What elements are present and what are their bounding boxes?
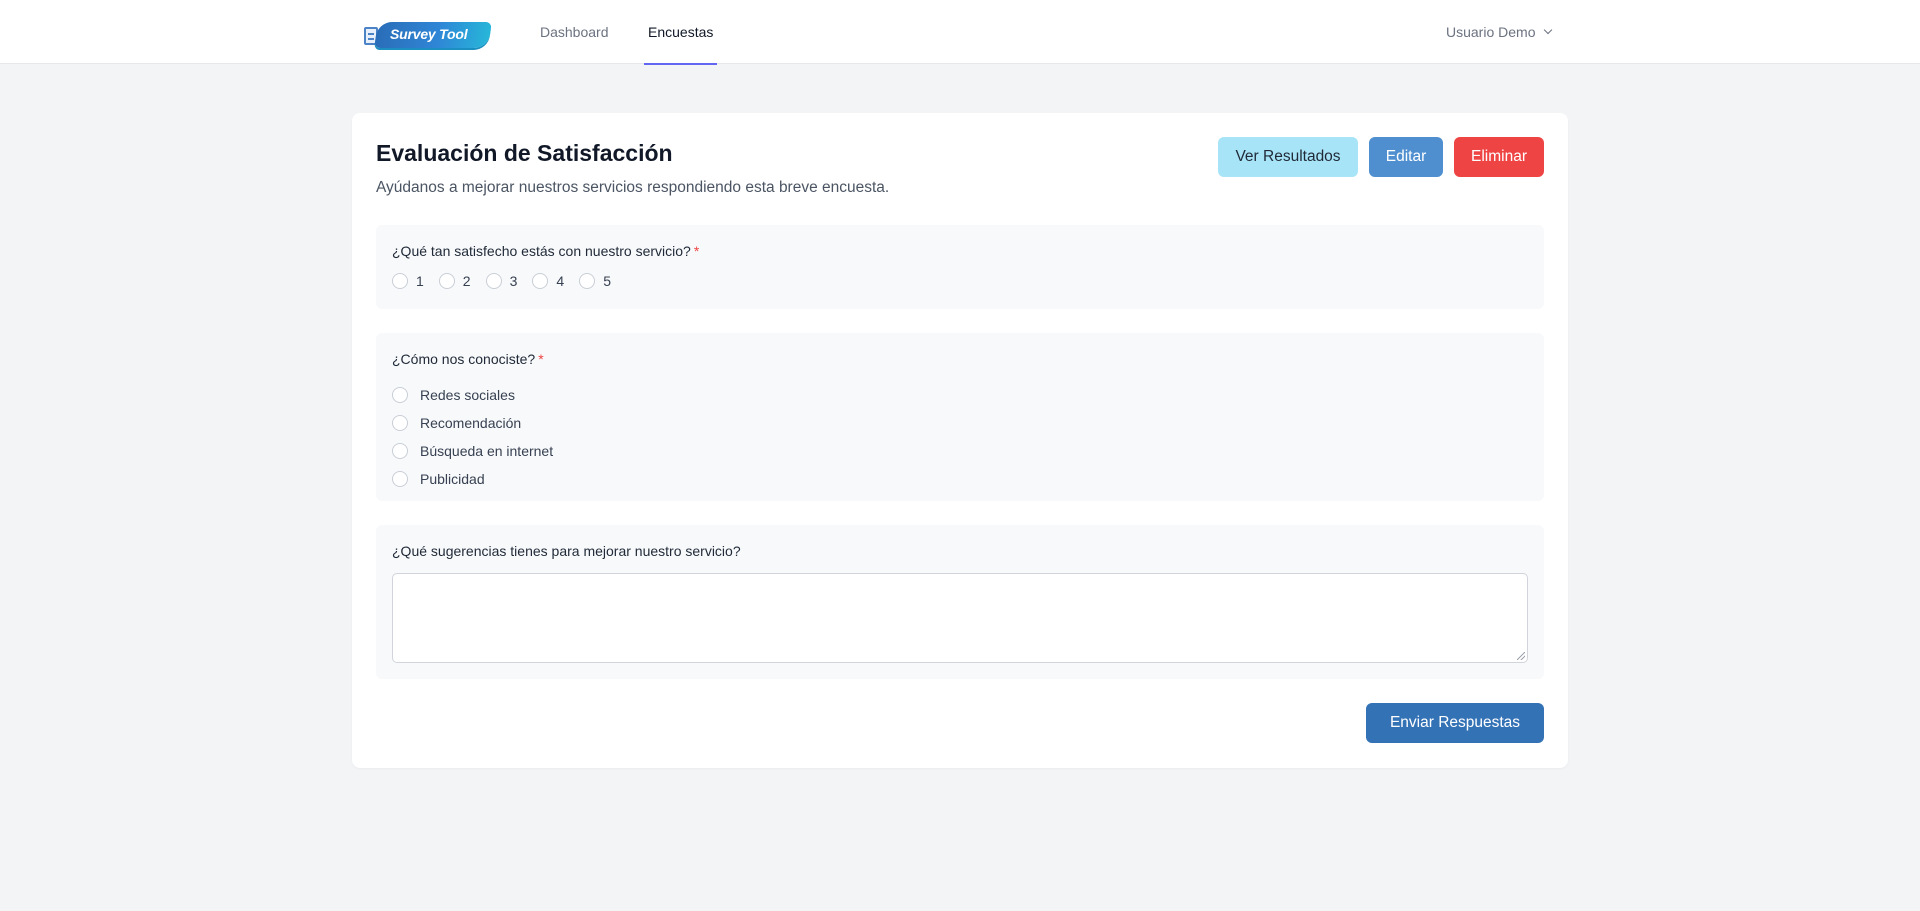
question-suggestions: ¿Qué sugerencias tienes para mejorar nue…	[376, 525, 1544, 679]
nav-encuestas[interactable]: Encuestas	[644, 0, 718, 65]
option-label: 5	[603, 273, 611, 289]
radio-button[interactable]	[392, 415, 408, 431]
radio-button[interactable]	[392, 443, 408, 459]
option-label: 3	[509, 273, 518, 289]
choice-option-publicidad[interactable]: Publicidad	[392, 465, 553, 493]
question-text: ¿Cómo nos conociste?	[392, 351, 536, 367]
choice-option-redes-sociales[interactable]: Redes sociales	[392, 381, 553, 409]
rating-options: 1 2 3 4 5	[392, 273, 626, 289]
rating-option-5[interactable]: 5	[579, 273, 611, 289]
required-mark: *	[693, 243, 700, 259]
radio-button[interactable]	[532, 273, 549, 289]
option-label: 1	[416, 273, 424, 289]
radio-button[interactable]	[392, 471, 408, 487]
radio-button[interactable]	[485, 273, 502, 289]
survey-description: Ayúdanos a mejorar nuestros servicios re…	[376, 179, 890, 196]
view-results-button[interactable]: Ver Resultados	[1218, 137, 1358, 177]
user-name: Usuario Demo	[1446, 24, 1536, 40]
nav-dashboard[interactable]: Dashboard	[536, 0, 613, 64]
edit-button[interactable]: Editar	[1369, 137, 1443, 177]
option-label: Redes sociales	[420, 387, 515, 403]
radio-button[interactable]	[438, 273, 455, 289]
question-text: ¿Qué tan satisfecho estás con nuestro se…	[392, 243, 691, 259]
resize-handle-icon[interactable]	[1517, 652, 1525, 660]
rating-option-4[interactable]: 4	[532, 273, 564, 289]
rating-option-3[interactable]: 3	[485, 273, 518, 289]
choice-option-recomendacion[interactable]: Recomendación	[392, 409, 553, 437]
app-logo[interactable]: Survey Tool	[362, 20, 492, 50]
question-satisfaction: ¿Qué tan satisfecho estás con nuestro se…	[376, 225, 1544, 309]
rating-option-2[interactable]: 2	[438, 273, 471, 289]
rating-option-1[interactable]: 1	[392, 273, 424, 289]
submit-answers-button[interactable]: Enviar Respuestas	[1366, 703, 1544, 743]
suggestions-textarea[interactable]	[392, 573, 1528, 663]
option-label: Recomendación	[420, 415, 522, 431]
survey-title: Evaluación de Satisfacción	[376, 140, 673, 166]
user-menu[interactable]: Usuario Demo	[1446, 0, 1553, 64]
choice-options: Redes sociales Recomendación Búsqueda en…	[392, 381, 553, 493]
required-mark: *	[538, 351, 544, 367]
question-label: ¿Cómo nos conociste? *	[392, 351, 544, 367]
choice-option-busqueda[interactable]: Búsqueda en internet	[392, 437, 553, 465]
radio-button[interactable]	[392, 387, 408, 403]
chevron-down-icon	[1544, 25, 1553, 35]
delete-button[interactable]: Eliminar	[1454, 137, 1544, 177]
option-label: Publicidad	[420, 471, 485, 487]
question-how-found: ¿Cómo nos conociste? * Redes sociales Rec…	[376, 333, 1544, 501]
question-label: ¿Qué sugerencias tienes para mejorar nue…	[392, 543, 741, 559]
logo-text: Survey Tool	[390, 26, 468, 42]
option-label: Búsqueda en internet	[420, 443, 554, 459]
question-label: ¿Qué tan satisfecho estás con nuestro se…	[392, 243, 699, 259]
radio-button[interactable]	[579, 273, 596, 289]
option-label: 2	[462, 273, 471, 289]
radio-button[interactable]	[392, 273, 408, 289]
option-label: 4	[556, 273, 565, 289]
survey-card: Evaluación de Satisfacción Ayúdanos a me…	[352, 113, 1568, 768]
top-navbar: Survey Tool Dashboard Encuestas Usuario …	[0, 0, 1920, 65]
